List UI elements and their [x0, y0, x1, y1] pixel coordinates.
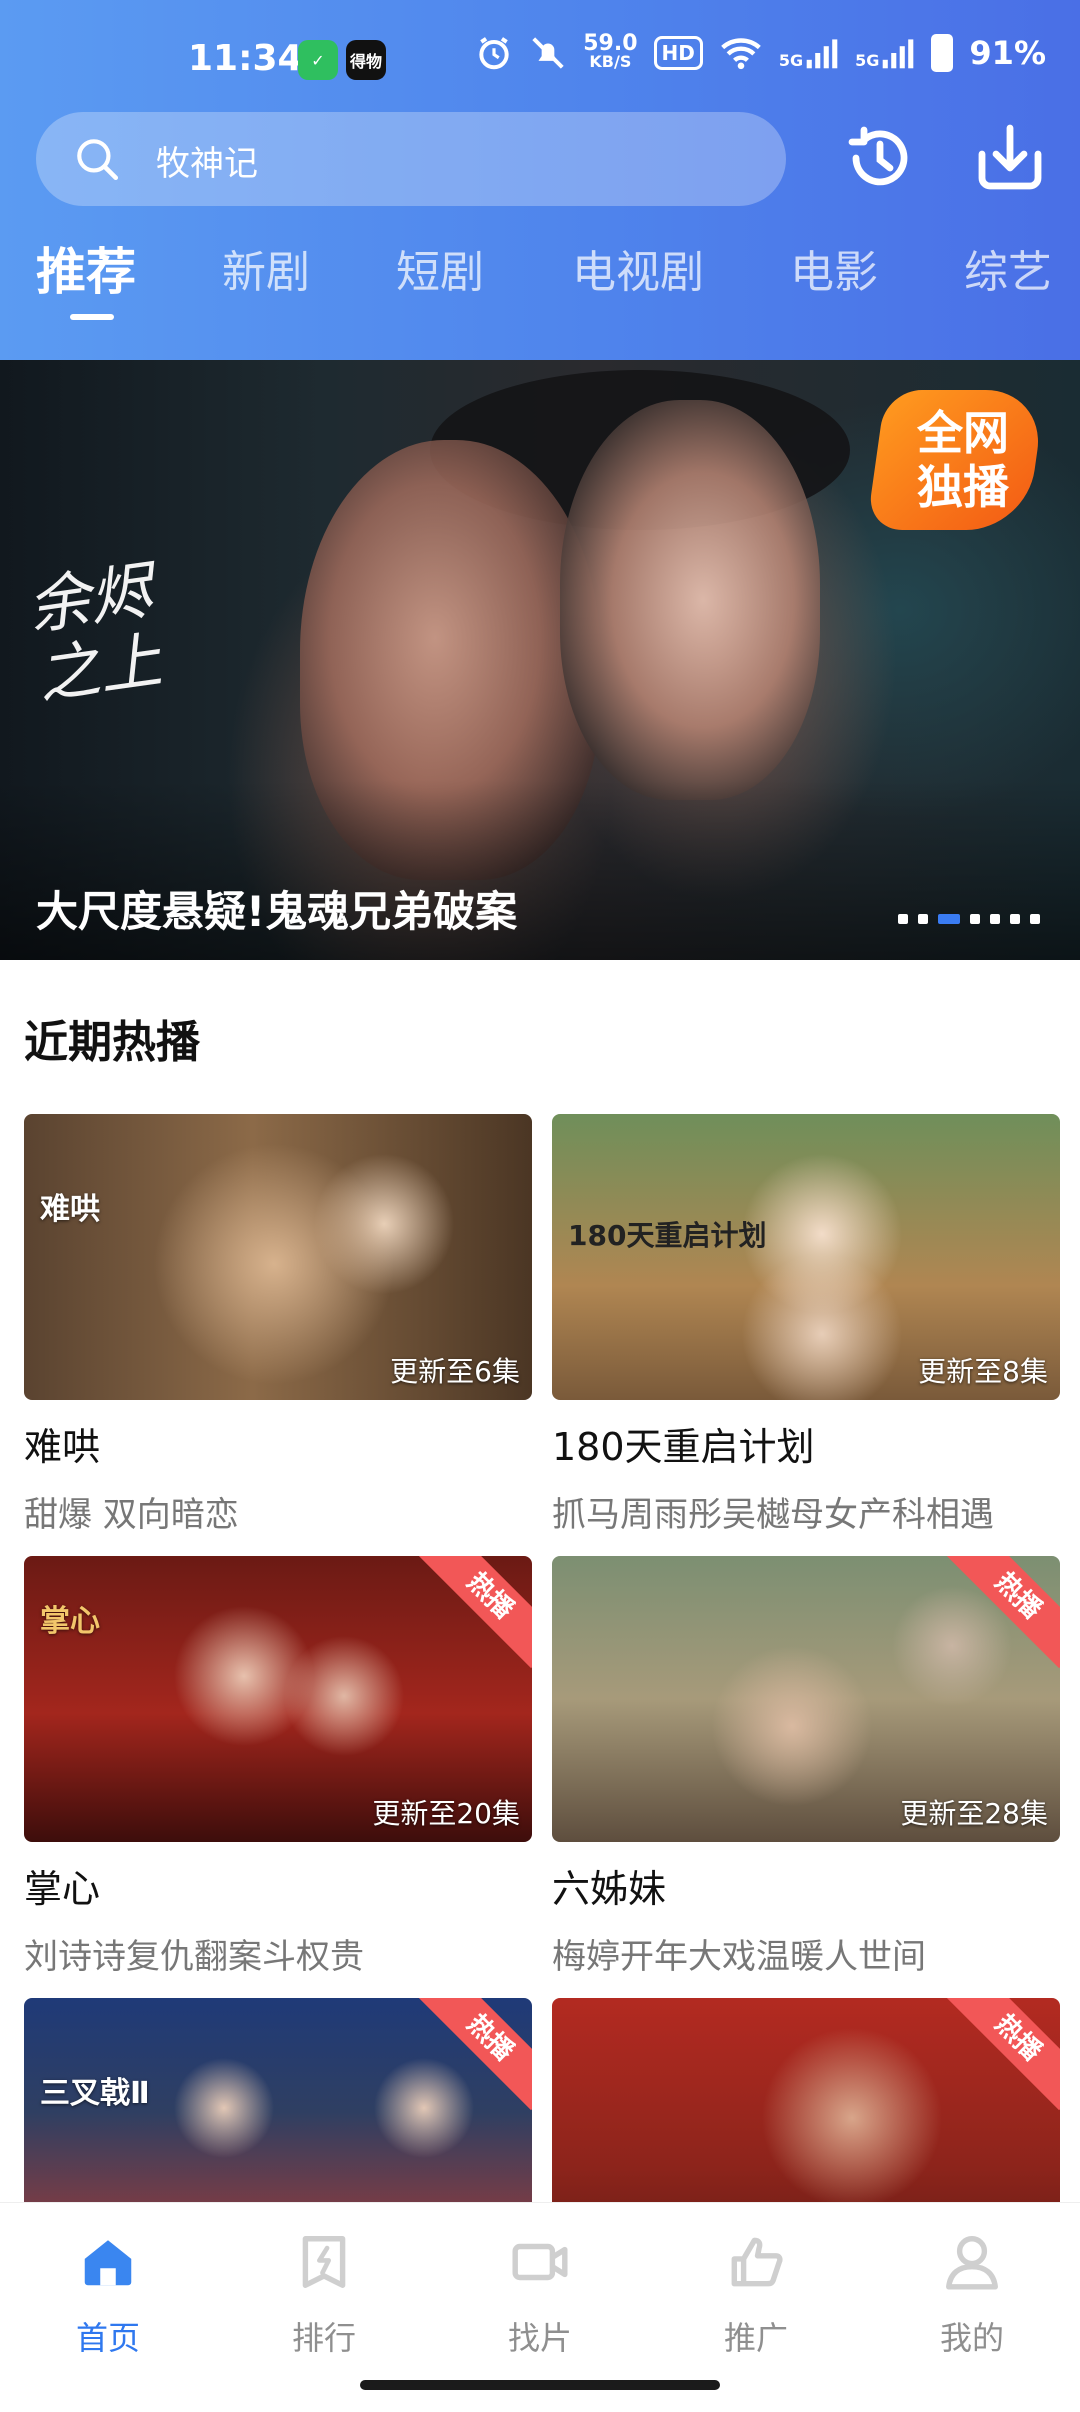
episode-badge: 更新至20集: [372, 1797, 520, 1830]
show-subtitle: 抓马周雨彤吴樾母女产科相遇: [552, 1495, 994, 1535]
carousel-dot[interactable]: [1010, 914, 1020, 924]
hot-badge: 热播: [417, 1556, 532, 1669]
tab-recommend[interactable]: 推荐: [36, 232, 136, 304]
carousel-dot[interactable]: [990, 914, 1000, 924]
show-title: 180天重启计划: [552, 1425, 815, 1469]
tab-variety[interactable]: 综艺: [964, 236, 1052, 300]
nav-promote[interactable]: 推广: [696, 2231, 816, 2359]
show-title: 掌心: [24, 1867, 101, 1911]
show-subtitle: 甜爆 双向暗恋: [24, 1495, 239, 1535]
search-bar[interactable]: 牧神记: [36, 112, 786, 206]
category-tabs: 推荐 新剧 短剧 电视剧 电影 综艺: [0, 236, 1080, 326]
carousel-dot[interactable]: [918, 914, 928, 924]
app-root: { "status": { "time": "11:34", "app_badg…: [0, 0, 1080, 2412]
tab-movies[interactable]: 电影: [790, 236, 878, 300]
hot-badge: 热播: [945, 1556, 1060, 1669]
tab-new-drama[interactable]: 新剧: [222, 236, 310, 300]
dewu-app-icon: 得物: [346, 40, 386, 80]
hero-banner[interactable]: 余烬之上 全网 独播 大尺度悬疑!鬼魂兄弟破案: [0, 360, 1080, 960]
show-thumbnail[interactable]: 掌心 热播 更新至20集: [24, 1556, 532, 1842]
nav-mine[interactable]: 我的: [912, 2231, 1032, 2359]
hot-badge: 热播: [417, 1998, 532, 2111]
history-icon[interactable]: [840, 118, 920, 198]
home-indicator[interactable]: [360, 2380, 720, 2390]
signal-5g-1: 5G: [779, 36, 839, 70]
net-speed: 59.0 KB/S: [583, 31, 638, 71]
show-title: 六姊妹: [552, 1867, 667, 1911]
home-icon: [84, 2240, 132, 2286]
nav-ranking[interactable]: 排行: [264, 2231, 384, 2359]
status-bar: 11:34 ✓ 得物 59.0 KB/S HD 5G 5G 91%: [0, 28, 1080, 98]
carousel-dot[interactable]: [970, 914, 980, 924]
download-icon[interactable]: [970, 118, 1050, 198]
video-camera-icon: [512, 2243, 568, 2281]
episode-badge: 更新至28集: [900, 1797, 1048, 1830]
hd-badge: HD: [653, 36, 703, 70]
active-tab-indicator: [70, 314, 114, 320]
search-icon: [77, 139, 119, 181]
battery-icon: [931, 34, 954, 72]
section-title: 近期热播: [24, 1017, 200, 1068]
show-card[interactable]: 180天重启计划 更新至8集 180天重启计划 抓马周雨彤吴樾母女产科相遇: [552, 1114, 1060, 1536]
show-thumbnail[interactable]: 180天重启计划 更新至8集: [552, 1114, 1060, 1400]
show-card[interactable]: 热播 更新至28集 六姊妹 梅婷开年大戏温暖人世间: [552, 1556, 1060, 1978]
user-icon: [946, 2236, 998, 2290]
nav-home[interactable]: 首页: [48, 2231, 168, 2359]
show-thumbnail[interactable]: 难哄 更新至6集: [24, 1114, 532, 1400]
mute-bell-icon: [532, 37, 564, 69]
carousel-dot[interactable]: [898, 914, 908, 924]
hot-badge: 热播: [945, 1998, 1060, 2111]
wifi-icon: [721, 38, 761, 70]
banner-art-face-right: [560, 400, 820, 800]
shield-app-icon: ✓: [298, 40, 338, 80]
carousel-dot[interactable]: [1030, 914, 1040, 924]
ranking-icon: [302, 2236, 346, 2288]
banner-caption: 大尺度悬疑!鬼魂兄弟破案: [36, 887, 518, 936]
top-header: 11:34 ✓ 得物 59.0 KB/S HD 5G 5G 91% 牧神记 推荐 …: [0, 0, 1080, 360]
search-placeholder: 牧神记: [156, 144, 258, 184]
episode-badge: 更新至8集: [918, 1355, 1048, 1388]
show-card[interactable]: 掌心 热播 更新至20集 掌心 刘诗诗复仇翻案斗权贵: [24, 1556, 532, 1978]
show-thumbnail[interactable]: 热播 更新至28集: [552, 1556, 1060, 1842]
carousel-dots: [898, 914, 1040, 924]
carousel-dot-active[interactable]: [938, 914, 960, 924]
tab-short-drama[interactable]: 短剧: [396, 236, 484, 300]
tab-tv-series[interactable]: 电视剧: [572, 236, 704, 300]
battery-level: 91%: [969, 34, 1046, 72]
alarm-icon: [479, 37, 509, 70]
signal-5g-2: 5G: [855, 36, 915, 70]
status-right: 59.0 KB/S HD 5G 5G 91%: [475, 31, 1046, 72]
show-title: 难哄: [24, 1425, 101, 1469]
show-subtitle: 梅婷开年大戏温暖人世间: [552, 1937, 926, 1977]
thumbs-up-icon: [731, 2237, 783, 2287]
status-time: 11:34: [188, 38, 303, 79]
show-subtitle: 刘诗诗复仇翻案斗权贵: [24, 1937, 364, 1977]
nav-find[interactable]: 找片: [480, 2231, 600, 2359]
exclusive-badge: 全网 独播: [866, 390, 1056, 540]
show-card[interactable]: 难哄 更新至6集 难哄 甜爆 双向暗恋: [24, 1114, 532, 1536]
episode-badge: 更新至6集: [390, 1355, 520, 1388]
